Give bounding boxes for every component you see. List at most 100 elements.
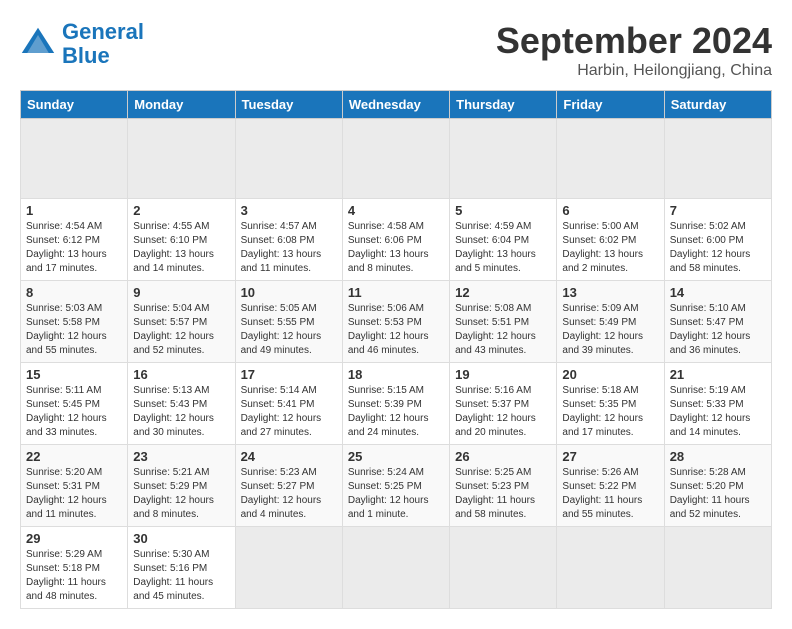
day-number: 29	[26, 531, 122, 546]
day-cell	[664, 119, 771, 199]
day-cell: 16 Sunrise: 5:13 AM Sunset: 5:43 PM Dayli…	[128, 363, 235, 445]
day-info: Sunrise: 5:26 AM Sunset: 5:22 PM Dayligh…	[562, 466, 658, 522]
day-info: Sunrise: 4:58 AM Sunset: 6:06 PM Dayligh…	[348, 220, 444, 276]
day-info: Sunrise: 4:59 AM Sunset: 6:04 PM Dayligh…	[455, 220, 551, 276]
day-number: 11	[348, 285, 444, 300]
day-number: 25	[348, 449, 444, 464]
week-row-4: 22 Sunrise: 5:20 AM Sunset: 5:31 PM Dayli…	[21, 445, 772, 527]
day-info: Sunrise: 5:28 AM Sunset: 5:20 PM Dayligh…	[670, 466, 766, 522]
day-cell	[235, 119, 342, 199]
day-cell: 17Sunrise: 5:14 AM Sunset: 5:41 PM Dayli…	[235, 363, 342, 445]
day-cell	[557, 527, 664, 609]
day-number: 6	[562, 203, 658, 218]
day-info: Sunrise: 4:54 AM Sunset: 6:12 PM Dayligh…	[26, 220, 122, 276]
day-cell	[450, 119, 557, 199]
calendar-table: SundayMondayTuesdayWednesdayThursdayFrid…	[20, 90, 772, 609]
day-cell	[342, 527, 449, 609]
day-cell: 23 Sunrise: 5:21 AM Sunset: 5:29 PM Dayli…	[128, 445, 235, 527]
day-info: Sunrise: 5:10 AM Sunset: 5:47 PM Dayligh…	[670, 302, 766, 358]
day-cell: 26Sunrise: 5:25 AM Sunset: 5:23 PM Dayli…	[450, 445, 557, 527]
logo-general: General	[62, 19, 144, 44]
day-info: Sunrise: 5:18 AM Sunset: 5:35 PM Dayligh…	[562, 384, 658, 440]
day-info: Sunrise: 5:19 AM Sunset: 5:33 PM Dayligh…	[670, 384, 766, 440]
day-info: Sunrise: 5:09 AM Sunset: 5:49 PM Dayligh…	[562, 302, 658, 358]
calendar-body: 1Sunrise: 4:54 AM Sunset: 6:12 PM Daylig…	[21, 119, 772, 609]
day-cell: 24Sunrise: 5:23 AM Sunset: 5:27 PM Dayli…	[235, 445, 342, 527]
day-number: 27	[562, 449, 658, 464]
day-cell: 5 Sunrise: 4:59 AM Sunset: 6:04 PM Daylig…	[450, 199, 557, 281]
day-number: 23	[133, 449, 229, 464]
title-block: September 2024 Harbin, Heilongjiang, Chi…	[496, 20, 772, 80]
week-row-3: 15 Sunrise: 5:11 AM Sunset: 5:45 PM Dayli…	[21, 363, 772, 445]
week-row-5: 29Sunrise: 5:29 AM Sunset: 5:18 PM Dayli…	[21, 527, 772, 609]
header-cell-sunday: Sunday	[21, 91, 128, 119]
day-cell	[128, 119, 235, 199]
day-info: Sunrise: 5:23 AM Sunset: 5:27 PM Dayligh…	[241, 466, 337, 522]
header-cell-friday: Friday	[557, 91, 664, 119]
day-number: 21	[670, 367, 766, 382]
logo-icon	[20, 26, 56, 62]
day-number: 4	[348, 203, 444, 218]
day-cell: 20 Sunrise: 5:18 AM Sunset: 5:35 PM Dayli…	[557, 363, 664, 445]
day-cell: 29Sunrise: 5:29 AM Sunset: 5:18 PM Dayli…	[21, 527, 128, 609]
day-cell: 14Sunrise: 5:10 AM Sunset: 5:47 PM Dayli…	[664, 281, 771, 363]
day-info: Sunrise: 5:20 AM Sunset: 5:31 PM Dayligh…	[26, 466, 122, 522]
day-cell: 25Sunrise: 5:24 AM Sunset: 5:25 PM Dayli…	[342, 445, 449, 527]
day-number: 5	[455, 203, 551, 218]
day-cell: 27 Sunrise: 5:26 AM Sunset: 5:22 PM Dayli…	[557, 445, 664, 527]
day-number: 15	[26, 367, 122, 382]
day-cell	[557, 119, 664, 199]
day-cell	[450, 527, 557, 609]
day-number: 22	[26, 449, 122, 464]
day-number: 13	[562, 285, 658, 300]
day-info: Sunrise: 5:04 AM Sunset: 5:57 PM Dayligh…	[133, 302, 229, 358]
day-cell: 28 Sunrise: 5:28 AM Sunset: 5:20 PM Dayli…	[664, 445, 771, 527]
day-number: 10	[241, 285, 337, 300]
day-cell	[235, 527, 342, 609]
header-cell-tuesday: Tuesday	[235, 91, 342, 119]
day-cell: 13 Sunrise: 5:09 AM Sunset: 5:49 PM Dayli…	[557, 281, 664, 363]
day-info: Sunrise: 5:13 AM Sunset: 5:43 PM Dayligh…	[133, 384, 229, 440]
day-cell: 4 Sunrise: 4:58 AM Sunset: 6:06 PM Daylig…	[342, 199, 449, 281]
day-cell: 15 Sunrise: 5:11 AM Sunset: 5:45 PM Dayli…	[21, 363, 128, 445]
header-row: SundayMondayTuesdayWednesdayThursdayFrid…	[21, 91, 772, 119]
logo-blue: Blue	[62, 43, 110, 68]
day-info: Sunrise: 5:15 AM Sunset: 5:39 PM Dayligh…	[348, 384, 444, 440]
day-info: Sunrise: 5:02 AM Sunset: 6:00 PM Dayligh…	[670, 220, 766, 276]
day-info: Sunrise: 4:57 AM Sunset: 6:08 PM Dayligh…	[241, 220, 337, 276]
header-cell-monday: Monday	[128, 91, 235, 119]
header-cell-wednesday: Wednesday	[342, 91, 449, 119]
day-cell: 30Sunrise: 5:30 AM Sunset: 5:16 PM Dayli…	[128, 527, 235, 609]
day-number: 28	[670, 449, 766, 464]
header-cell-saturday: Saturday	[664, 91, 771, 119]
day-cell: 12Sunrise: 5:08 AM Sunset: 5:51 PM Dayli…	[450, 281, 557, 363]
week-row-1: 1Sunrise: 4:54 AM Sunset: 6:12 PM Daylig…	[21, 199, 772, 281]
day-info: Sunrise: 5:11 AM Sunset: 5:45 PM Dayligh…	[26, 384, 122, 440]
day-number: 18	[348, 367, 444, 382]
day-number: 19	[455, 367, 551, 382]
day-info: Sunrise: 5:25 AM Sunset: 5:23 PM Dayligh…	[455, 466, 551, 522]
day-number: 2	[133, 203, 229, 218]
week-row-0	[21, 119, 772, 199]
day-info: Sunrise: 4:55 AM Sunset: 6:10 PM Dayligh…	[133, 220, 229, 276]
week-row-2: 8 Sunrise: 5:03 AM Sunset: 5:58 PM Daylig…	[21, 281, 772, 363]
day-cell: 10Sunrise: 5:05 AM Sunset: 5:55 PM Dayli…	[235, 281, 342, 363]
day-number: 3	[241, 203, 337, 218]
day-info: Sunrise: 5:03 AM Sunset: 5:58 PM Dayligh…	[26, 302, 122, 358]
day-cell: 2 Sunrise: 4:55 AM Sunset: 6:10 PM Daylig…	[128, 199, 235, 281]
day-cell: 1Sunrise: 4:54 AM Sunset: 6:12 PM Daylig…	[21, 199, 128, 281]
day-cell: 9 Sunrise: 5:04 AM Sunset: 5:57 PM Daylig…	[128, 281, 235, 363]
day-info: Sunrise: 5:08 AM Sunset: 5:51 PM Dayligh…	[455, 302, 551, 358]
day-info: Sunrise: 5:21 AM Sunset: 5:29 PM Dayligh…	[133, 466, 229, 522]
day-number: 9	[133, 285, 229, 300]
day-number: 20	[562, 367, 658, 382]
day-number: 16	[133, 367, 229, 382]
day-number: 17	[241, 367, 337, 382]
calendar-header: SundayMondayTuesdayWednesdayThursdayFrid…	[21, 91, 772, 119]
day-number: 8	[26, 285, 122, 300]
day-cell: 6 Sunrise: 5:00 AM Sunset: 6:02 PM Daylig…	[557, 199, 664, 281]
logo: General Blue	[20, 20, 144, 68]
day-info: Sunrise: 5:00 AM Sunset: 6:02 PM Dayligh…	[562, 220, 658, 276]
day-number: 30	[133, 531, 229, 546]
logo-text: General Blue	[62, 20, 144, 68]
